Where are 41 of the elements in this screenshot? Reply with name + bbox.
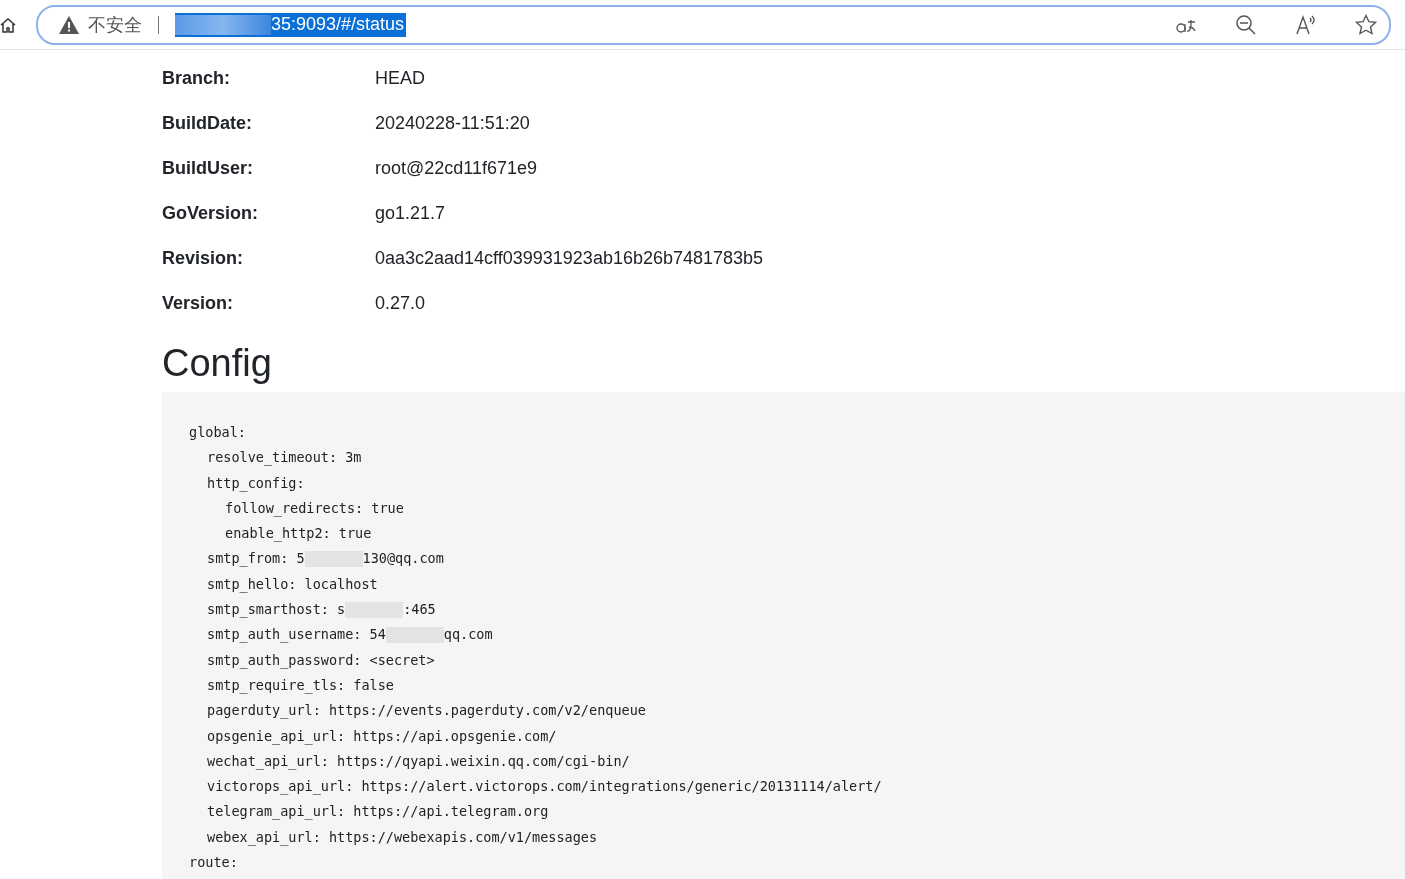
config-line: smtp_from: 5 bbox=[207, 550, 305, 567]
field-value: 0aa3c2aad14cff039931923ab16b26b7481783b5 bbox=[375, 248, 765, 269]
config-line: smtp_require_tls: false bbox=[207, 676, 394, 693]
config-line: webex_api_url: https://webexapis.com/v1/messages bbox=[207, 828, 598, 845]
section-heading: Config bbox=[162, 341, 273, 386]
field-value: HEAD bbox=[375, 68, 426, 89]
field-value: 20240228-11:51:20 bbox=[375, 113, 531, 134]
config-line: pagerduty_url: https://events.pagerduty.com/v2/enqueue bbox=[207, 702, 646, 719]
field-value: root@22cd11f671e9 bbox=[375, 158, 539, 179]
security-label[interactable]: 不安全 bbox=[88, 12, 142, 37]
config-line: smtp_smarthost: s bbox=[207, 601, 346, 618]
field-label: Version: bbox=[162, 293, 235, 314]
config-line: opsgenie_api_url: https://api.opsgenie.com/ bbox=[207, 727, 557, 744]
config-line: global: bbox=[189, 424, 246, 440]
config-line: resolve_timeout: 3m bbox=[207, 449, 362, 466]
config-line: :465 bbox=[403, 601, 436, 618]
field-value: 0.27.0 bbox=[375, 293, 427, 314]
star-icon[interactable] bbox=[1355, 13, 1377, 36]
config-line: route: bbox=[189, 854, 238, 871]
config-line: enable_http2: true bbox=[225, 525, 372, 542]
address-bar[interactable]: 不安全 35:9093/#/status bbox=[36, 4, 1391, 45]
config-line: victorops_api_url: https://alert.victorops.com/integrations/generic/20131114/alert/ bbox=[207, 778, 882, 795]
field-label: BuildDate: bbox=[162, 113, 253, 134]
config-line: qq.com bbox=[443, 626, 493, 643]
config-line: http_config: bbox=[207, 474, 305, 491]
config-line: telegram_api_url: https://api.telegram.org bbox=[207, 803, 549, 820]
config-line: smtp_auth_password: <secret> bbox=[207, 651, 435, 668]
config-line: smtp_hello: localhost bbox=[207, 575, 378, 592]
zoom-out-icon[interactable] bbox=[1235, 13, 1257, 36]
field-label: Branch: bbox=[162, 68, 231, 89]
field-label: GoVersion: bbox=[162, 203, 260, 224]
field-label: BuildUser: bbox=[162, 158, 254, 179]
warning-icon[interactable] bbox=[58, 14, 80, 35]
home-icon[interactable] bbox=[0, 16, 16, 33]
config-line: wechat_api_url: https://qyapi.weixin.qq.com/cgi-bin/ bbox=[207, 752, 630, 769]
read-aloud-icon[interactable] bbox=[1295, 13, 1317, 36]
config-line: follow_redirects: true bbox=[225, 499, 404, 516]
config-line: smtp_auth_username: 54 bbox=[207, 626, 386, 643]
field-label: Revision: bbox=[162, 248, 245, 269]
field-value: go1.21.7 bbox=[375, 203, 447, 224]
config-line: 130@qq.com bbox=[362, 550, 444, 567]
